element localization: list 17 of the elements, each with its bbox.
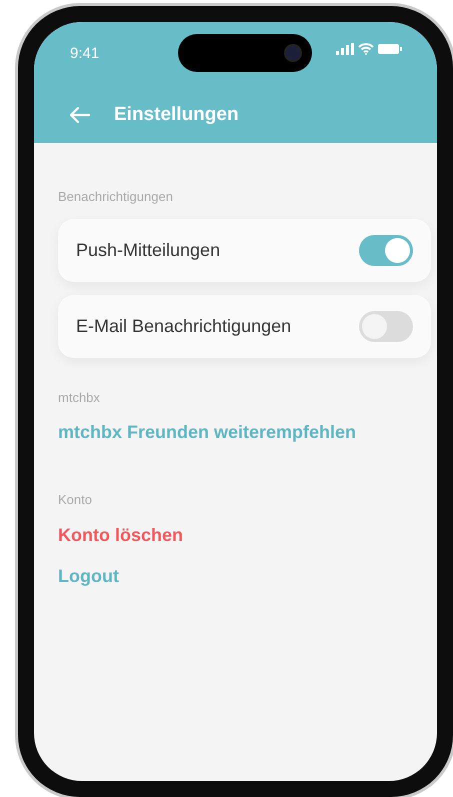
camera-icon xyxy=(284,44,302,62)
settings-link[interactable]: Logout xyxy=(58,562,119,590)
back-button[interactable] xyxy=(70,107,90,124)
toggle-switch[interactable] xyxy=(359,310,413,342)
setting-label: Push-Mitteilungen xyxy=(76,238,220,262)
wifi-icon xyxy=(358,43,374,55)
signal-icon xyxy=(336,43,354,55)
section-heading: Benachrichtigungen xyxy=(58,188,174,206)
battery-icon xyxy=(378,43,402,55)
settings-link[interactable]: mtchbx Freunden weiterempfehlen xyxy=(58,419,356,446)
toggle-switch[interactable] xyxy=(359,234,413,266)
setting-label: E-Mail Benachrichtigungen xyxy=(76,314,292,338)
screen-title: Einstellungen xyxy=(114,103,239,127)
delete-account-link[interactable]: Konto löschen xyxy=(58,522,183,548)
section-heading: mtchbx xyxy=(58,388,101,406)
section-heading: Konto xyxy=(58,491,93,509)
status-time: 9:41 xyxy=(70,44,100,64)
